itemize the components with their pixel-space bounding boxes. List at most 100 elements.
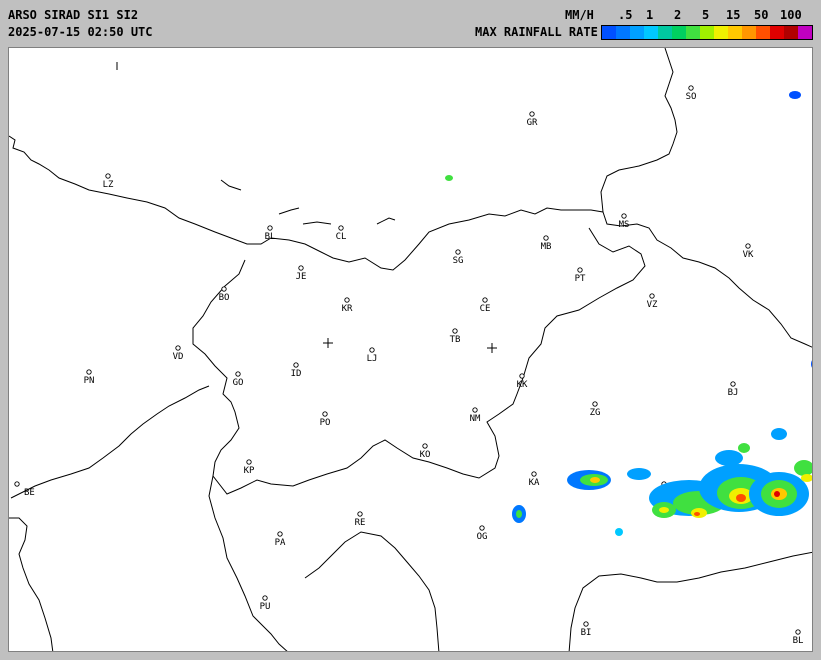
city-marker-lz: LZ [103,173,114,190]
city-label: GO [233,378,244,388]
color-swatch [798,26,812,39]
color-swatch [658,26,672,39]
map-borders [9,48,812,651]
city-marker-id: ID [291,362,302,379]
city-marker-vd: VD [173,345,183,362]
city-marker-vz: VZ [647,293,658,310]
header-bar: ARSO SIRAD SI1 SI2 2025-07-15 02:50 UTC … [0,0,821,46]
color-swatch [784,26,798,39]
city-marker-pn: PN [84,369,95,386]
city-marker-tb: TB [450,328,461,345]
legend-title: MAX RAINFALL RATE [475,25,598,39]
color-swatch [644,26,658,39]
city-marker-mb: MB [541,235,551,252]
product-title: ARSO SIRAD SI1 SI2 [8,8,139,22]
city-label: BL [265,232,276,242]
city-marker-kk: KK [517,373,528,390]
city-label: BJ [728,388,739,398]
city-label: KO [420,450,431,460]
lake-trail-4 [376,217,396,225]
radar-echo [738,443,750,453]
radar-echoes [445,91,812,536]
city-label: PT [575,274,586,284]
city-label: ZG [590,408,601,418]
city-label: CE [480,304,491,314]
city-marker-bi: BI [581,621,591,638]
city-marker-je: JE [296,265,306,282]
city-label: PN [84,376,95,386]
radar-echo [627,468,651,480]
city-label: SO [686,92,697,102]
color-swatch [686,26,700,39]
city-markers: SO GR LZ MS BL CL MB VK SG JE PT BO KR CE VZ TB VD LJ PN ID… [14,85,804,646]
city-marker-kr: KR [342,297,353,314]
scale-tick: 5 [702,8,710,22]
istria-east-coast [304,531,440,651]
city-label: KA [529,478,540,488]
city-marker-zg: ZG [590,401,601,418]
city-label: MS [619,220,630,230]
city-marker-bl: BL [793,629,804,646]
city-marker-vk: VK [743,243,754,260]
scale-tick: 1 [646,8,654,22]
city-marker-kp: KP [244,459,255,476]
radar-echo [794,460,812,476]
radar-echo [774,491,780,497]
radar-echo [811,360,812,368]
city-label: PO [320,418,331,428]
city-marker-ms: MS [619,213,630,230]
city-marker-be: BE [14,481,35,498]
city-label: LJ [367,354,378,364]
croatia-coast [208,475,288,651]
city-label: VK [743,250,754,260]
lake-trail-3 [302,221,332,225]
color-swatch [602,26,616,39]
radar-echo [590,477,600,483]
city-label: SG [453,256,464,266]
city-label: OG [477,532,488,542]
radar-echo [615,528,623,536]
color-swatch [630,26,644,39]
lake-trail-2 [278,207,300,215]
city-marker-sg: SG [453,249,464,266]
city-label: KK [517,380,528,390]
scale-tick: 50 [754,8,769,22]
radar-echo [516,510,522,518]
color-swatch [714,26,728,39]
radar-map: SO GR LZ MS BL CL MB VK SG JE PT BO KR CE VZ TB VD LJ PN ID… [8,47,813,652]
radar-echo [694,512,700,516]
radar-window: ARSO SIRAD SI1 SI2 2025-07-15 02:50 UTC … [0,0,821,660]
scale-tick: .5 [618,8,633,22]
crosshairs [323,338,497,353]
city-marker-bj: BJ [728,381,739,398]
city-label: BO [219,293,230,303]
scale-tick: 15 [726,8,741,22]
city-marker-bl: BL [265,225,276,242]
radar-echo [789,91,801,99]
rainfall-color-scale [601,25,813,40]
city-marker-ka: KA [529,471,540,488]
slovenia-hungary-border [602,211,812,348]
city-label: BL [793,636,804,646]
city-label: KR [342,304,353,314]
color-swatch [742,26,756,39]
city-marker-pa: PA [275,531,286,548]
city-marker-pu: PU [260,595,270,612]
city-label: CL [336,232,347,242]
city-marker-ce: CE [480,297,491,314]
scale-tick: 2 [674,8,682,22]
color-swatch [700,26,714,39]
color-swatch [616,26,630,39]
city-label: TB [450,335,461,345]
radar-echo [736,494,746,502]
radar-echo [445,175,453,181]
city-marker-pt: PT [575,267,586,284]
slovenia-italy-border [10,385,210,499]
city-label: ID [291,369,302,379]
city-label: GR [527,118,538,128]
map-canvas: SO GR LZ MS BL CL MB VK SG JE PT BO KR CE VZ TB VD LJ PN ID… [9,48,812,651]
color-swatch [672,26,686,39]
units-label: MM/H [565,8,594,22]
scale-tick: 100 [780,8,802,22]
city-label: BE [24,488,35,498]
